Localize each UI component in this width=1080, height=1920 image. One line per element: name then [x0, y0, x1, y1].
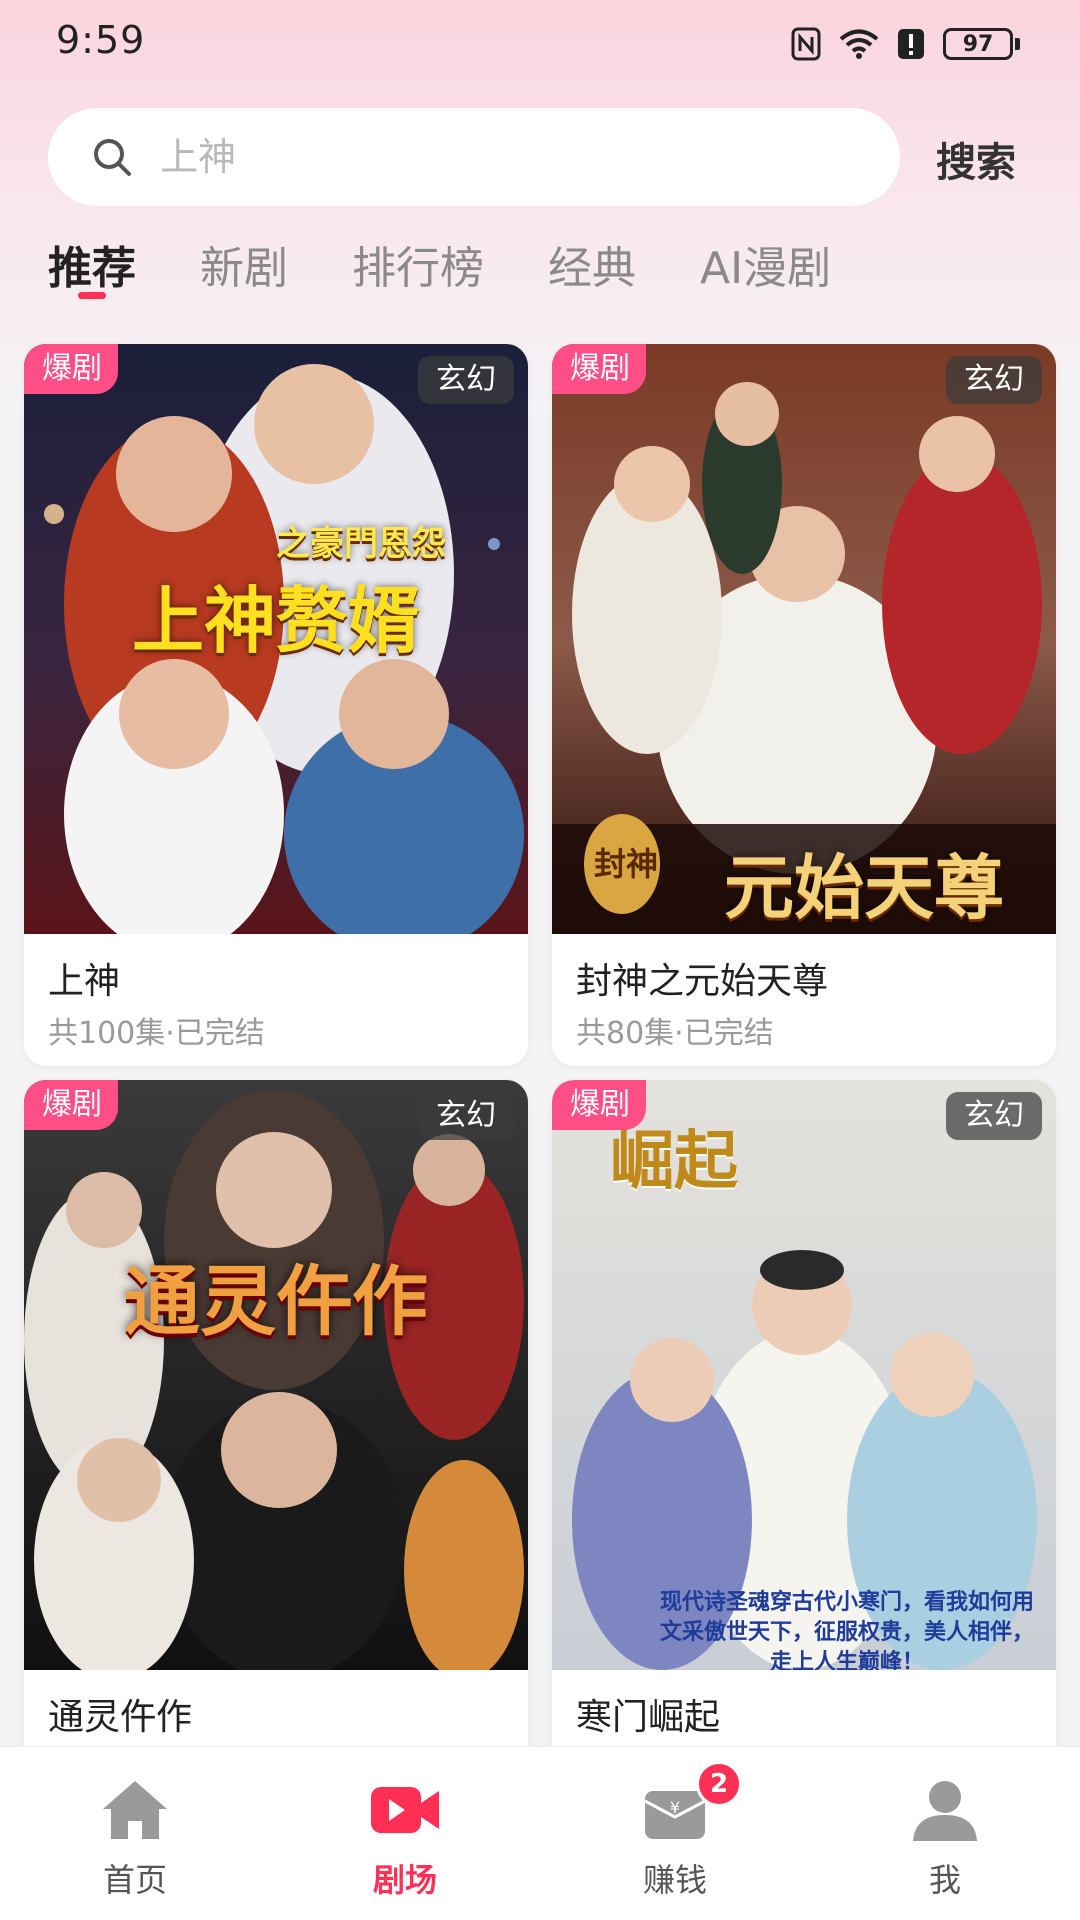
- status-time: 9:59: [56, 18, 146, 62]
- genre-badge: 玄幻: [946, 356, 1042, 404]
- nav-label: 赚钱: [642, 1861, 707, 1899]
- drama-episodes: 共80集·已完结: [576, 1016, 774, 1051]
- poster-title: 通灵仵作: [124, 1257, 428, 1346]
- drama-poster: 崛起 现代诗圣魂穿古代小寒门，看我如何用文采傲世天下，征服权贵，美人相伴，走上人…: [552, 1080, 1056, 1670]
- battery-level: 97: [943, 28, 1013, 60]
- hot-badge: 爆剧: [552, 1080, 646, 1130]
- svg-text:¥: ¥: [670, 1798, 680, 1817]
- user-icon: [913, 1781, 977, 1841]
- alert-icon: [898, 29, 924, 59]
- tab-new-dramas[interactable]: 新剧: [200, 232, 288, 312]
- video-icon: [371, 1787, 439, 1833]
- nav-home[interactable]: 首页: [60, 1747, 210, 1920]
- status-icons: 97: [791, 24, 1020, 64]
- status-bar: 9:59 97: [0, 0, 1080, 84]
- hot-badge: 爆剧: [24, 1080, 118, 1130]
- wifi-icon: [839, 29, 879, 59]
- drama-poster: 通灵仵作: [24, 1080, 528, 1670]
- drama-title: 通灵仵作: [48, 1697, 193, 1738]
- tab-classics[interactable]: 经典: [548, 232, 636, 312]
- tab-label: 排行榜: [352, 243, 484, 294]
- category-tabs: 推荐 新剧 排行榜 经典 AI漫剧: [48, 232, 831, 312]
- drama-title: 上神: [48, 961, 121, 1002]
- hot-badge: 爆剧: [24, 344, 118, 394]
- search-button[interactable]: 搜索: [936, 130, 1016, 188]
- tab-label: 推荐: [48, 243, 136, 294]
- hot-badge: 爆剧: [552, 344, 646, 394]
- tab-label: AI漫剧: [700, 243, 832, 294]
- poster-tagline: 现代诗圣魂穿古代小寒门，看我如何用文采傲世天下，征服权贵，美人相伴，走上人生巅峰…: [659, 1590, 1034, 1670]
- search-bar[interactable]: [48, 108, 900, 206]
- genre-badge: 玄幻: [946, 1092, 1042, 1140]
- search-input[interactable]: [160, 128, 860, 186]
- battery-indicator: 97: [943, 28, 1020, 60]
- nav-label: 首页: [102, 1861, 167, 1899]
- tab-label: 经典: [548, 243, 636, 294]
- nav-label: 剧场: [372, 1861, 437, 1899]
- active-tab-indicator: [78, 292, 106, 299]
- poster-subtitle: 之豪門恩怨: [276, 524, 446, 564]
- bottom-nav: 首页 剧场 ¥ 2 赚钱 我: [0, 1746, 1080, 1920]
- nav-earn[interactable]: ¥ 2 赚钱: [600, 1747, 750, 1920]
- notification-badge: 2: [696, 1761, 742, 1807]
- poster-artwork: [24, 1080, 528, 1670]
- drama-title: 封神之元始天尊: [576, 961, 829, 1002]
- nav-theater[interactable]: 剧场: [330, 1747, 480, 1920]
- poster-title: 上神赘婿: [131, 578, 420, 663]
- battery-tip: [1015, 38, 1020, 50]
- tab-ai-comics[interactable]: AI漫剧: [700, 232, 831, 312]
- drama-card[interactable]: 封神 元始天尊 爆剧 玄幻 封神之元始天尊 共80集·已完结: [552, 344, 1056, 1066]
- tab-rankings[interactable]: 排行榜: [352, 232, 484, 312]
- drama-card[interactable]: 崛起 现代诗圣魂穿古代小寒门，看我如何用文采傲世天下，征服权贵，美人相伴，走上人…: [552, 1080, 1056, 1802]
- tab-label: 新剧: [200, 243, 288, 294]
- drama-title: 寒门崛起: [576, 1697, 721, 1738]
- nav-me[interactable]: 我: [870, 1747, 1020, 1920]
- drama-theater-screen: 9:59 97 上神 搜索 推荐 新剧 排行榜 经典 AI漫剧 之豪門恩怨 上神…: [0, 0, 1080, 1920]
- drama-poster: 封神 元始天尊: [552, 344, 1056, 934]
- poster-title: 元始天尊: [724, 846, 1004, 929]
- drama-poster: 之豪門恩怨 上神赘婿: [24, 344, 528, 934]
- home-icon: [103, 1781, 167, 1839]
- tab-recommended[interactable]: 推荐: [48, 232, 136, 312]
- drama-card[interactable]: 之豪門恩怨 上神赘婿 爆剧 玄幻 上神 共100集·已完结: [24, 344, 528, 1066]
- genre-badge: 玄幻: [418, 1092, 514, 1140]
- drama-episodes: 共100集·已完结: [48, 1016, 265, 1051]
- nav-label: 我: [928, 1861, 961, 1899]
- search-icon: [94, 139, 131, 176]
- genre-badge: 玄幻: [418, 356, 514, 404]
- nfc-icon: [791, 27, 821, 61]
- drama-card[interactable]: 通灵仵作 爆剧 玄幻 通灵仵作: [24, 1080, 528, 1802]
